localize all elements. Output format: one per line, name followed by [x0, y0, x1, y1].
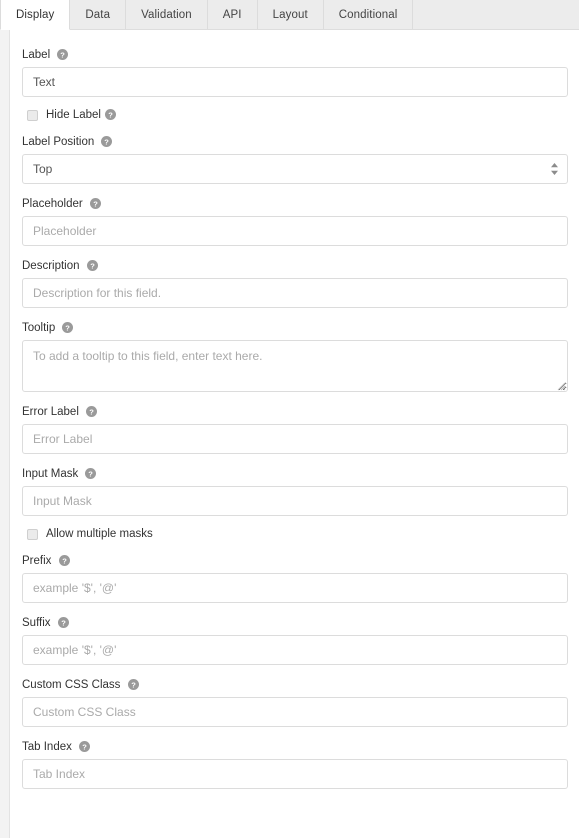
input-mask-field-label: Input Mask ?	[22, 467, 568, 481]
svg-text:?: ?	[82, 743, 87, 752]
tooltip-textarea[interactable]	[22, 340, 568, 393]
help-icon[interactable]: ?	[58, 555, 70, 567]
help-icon[interactable]: ?	[127, 679, 139, 691]
label-position-field-label-text: Label Position	[22, 136, 95, 149]
tab-conditional[interactable]: Conditional	[323, 0, 414, 29]
help-icon[interactable]: ?	[101, 136, 113, 148]
tab-index-field-label: Tab Index ?	[22, 740, 568, 754]
prefix-input[interactable]	[22, 573, 568, 604]
help-icon[interactable]: ?	[85, 468, 97, 480]
label-position-select-wrapper: Top	[22, 154, 568, 185]
tab-data-label: Data	[85, 8, 111, 21]
field-group-label: Label ?	[22, 48, 568, 98]
svg-text:?: ?	[108, 110, 113, 119]
tooltip-field-label: Tooltip ?	[22, 321, 568, 335]
svg-text:?: ?	[90, 261, 95, 270]
allow-multiple-masks-checkbox-label-text: Allow multiple masks	[46, 528, 153, 541]
hide-label-checkbox[interactable]	[27, 109, 38, 121]
field-group-error-label: Error Label ?	[22, 405, 568, 455]
tab-api-label: API	[222, 8, 242, 21]
label-position-select[interactable]: Top	[22, 154, 568, 185]
svg-text:?: ?	[89, 469, 94, 478]
placeholder-field-label: Placeholder ?	[22, 197, 568, 211]
field-group-suffix: Suffix ?	[22, 616, 568, 666]
label-position-field-label: Label Position ?	[22, 135, 568, 149]
tab-validation[interactable]: Validation	[126, 0, 208, 29]
error-label-field-label-text: Error Label	[22, 406, 79, 419]
field-group-hide-label: Hide Label ?	[22, 108, 568, 122]
tab-layout-label: Layout	[272, 8, 308, 21]
tooltip-textarea-wrapper	[22, 340, 568, 393]
tab-data[interactable]: Data	[70, 0, 127, 29]
field-group-label-position: Label Position ? Top	[22, 135, 568, 185]
display-settings-form: Label ? Hide Label ? Label Position	[0, 30, 579, 790]
error-label-field-label: Error Label ?	[22, 405, 568, 419]
help-icon[interactable]: ?	[79, 741, 91, 753]
field-group-tab-index: Tab Index ?	[22, 740, 568, 790]
description-field-label: Description ?	[22, 259, 568, 273]
tab-layout[interactable]: Layout	[257, 0, 324, 29]
suffix-field-label: Suffix ?	[22, 616, 568, 630]
field-group-placeholder: Placeholder ?	[22, 197, 568, 247]
field-group-input-mask: Input Mask ?	[22, 467, 568, 517]
error-label-input[interactable]	[22, 424, 568, 455]
description-field-label-text: Description	[22, 260, 80, 273]
tab-display[interactable]: Display	[0, 0, 71, 30]
placeholder-field-label-text: Placeholder	[22, 198, 83, 211]
svg-text:?: ?	[89, 407, 94, 416]
svg-text:?: ?	[61, 619, 66, 628]
help-icon[interactable]: ?	[89, 198, 101, 210]
tab-display-label: Display	[16, 8, 55, 21]
label-field-label: Label ?	[22, 48, 568, 62]
input-mask-input[interactable]	[22, 486, 568, 517]
input-mask-field-label-text: Input Mask	[22, 468, 79, 481]
custom-css-class-input[interactable]	[22, 697, 568, 728]
custom-css-class-field-label: Custom CSS Class ?	[22, 678, 568, 692]
tab-validation-label: Validation	[141, 8, 192, 21]
tooltip-field-label-text: Tooltip	[22, 322, 56, 335]
suffix-input[interactable]	[22, 635, 568, 666]
hide-label-checkbox-label-text: Hide Label	[46, 109, 101, 122]
svg-text:?: ?	[105, 137, 110, 146]
help-icon[interactable]: ?	[86, 260, 98, 272]
help-icon[interactable]: ?	[62, 322, 74, 334]
help-icon[interactable]: ?	[57, 49, 69, 60]
svg-text:?: ?	[62, 556, 67, 565]
hide-label-checkbox-label[interactable]: Hide Label ?	[46, 108, 116, 122]
allow-multiple-masks-checkbox[interactable]	[27, 528, 38, 540]
svg-text:?: ?	[66, 323, 71, 332]
tab-index-field-label-text: Tab Index	[22, 741, 72, 754]
component-settings-panel: Display Data Validation API Layout Condi…	[0, 0, 579, 838]
label-field-label-text: Label	[22, 49, 51, 61]
field-group-custom-css-class: Custom CSS Class ?	[22, 678, 568, 728]
tab-api[interactable]: API	[207, 0, 258, 29]
svg-text:?: ?	[131, 681, 136, 690]
prefix-field-label-text: Prefix	[22, 555, 52, 568]
field-group-tooltip: Tooltip ?	[22, 321, 568, 393]
help-icon[interactable]: ?	[86, 406, 98, 418]
svg-text:?: ?	[61, 50, 66, 59]
label-input[interactable]	[22, 67, 568, 98]
field-group-allow-multiple-masks: Allow multiple masks	[22, 527, 568, 541]
description-input[interactable]	[22, 278, 568, 309]
field-group-description: Description ?	[22, 259, 568, 309]
custom-css-class-field-label-text: Custom CSS Class	[22, 679, 121, 692]
prefix-field-label: Prefix ?	[22, 554, 568, 568]
field-group-prefix: Prefix ?	[22, 554, 568, 604]
settings-tab-bar: Display Data Validation API Layout Condi…	[0, 0, 579, 30]
tab-index-input[interactable]	[22, 759, 568, 790]
tab-conditional-label: Conditional	[338, 8, 398, 21]
svg-text:?: ?	[93, 199, 98, 208]
help-icon[interactable]: ?	[104, 109, 116, 121]
tab-bar-filler	[413, 0, 579, 29]
help-icon[interactable]: ?	[57, 617, 69, 629]
suffix-field-label-text: Suffix	[22, 617, 51, 630]
placeholder-input[interactable]	[22, 216, 568, 247]
allow-multiple-masks-checkbox-label[interactable]: Allow multiple masks	[46, 527, 153, 541]
